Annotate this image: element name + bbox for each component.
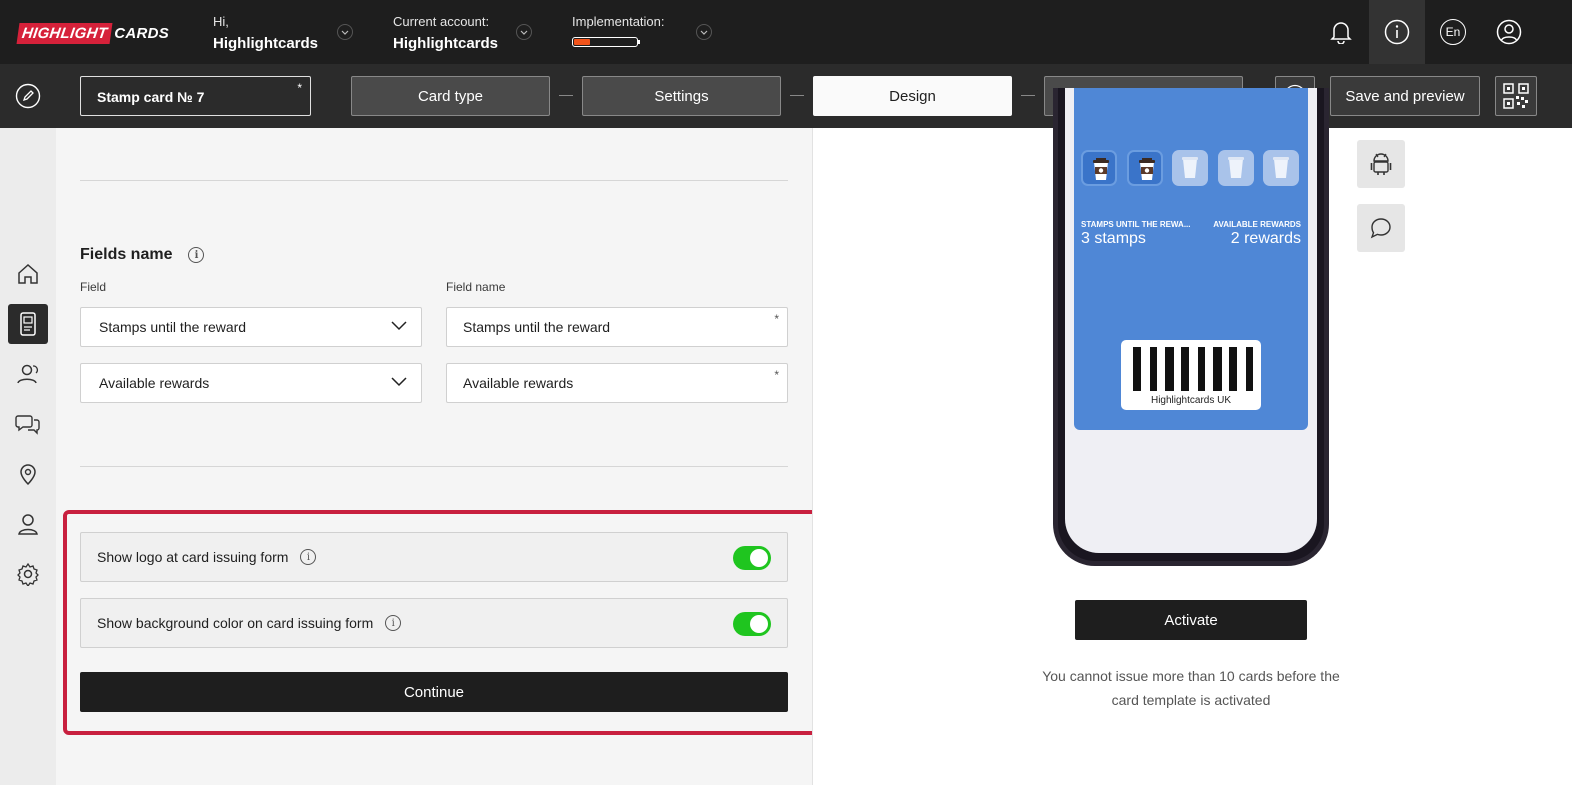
field-select-1[interactable]: Stamps until the reward <box>80 307 422 347</box>
toggle-row-show-logo: Show logo at card issuing form i <box>80 532 788 582</box>
logo[interactable]: HIGHLIGHT CARDS <box>16 22 170 44</box>
divider <box>80 180 788 181</box>
card-field-value-right: 2 rewards <box>1230 230 1301 247</box>
settings-icon[interactable] <box>8 554 48 594</box>
user-name: Highlightcards <box>213 35 319 52</box>
card-field-label-right: AVAILABLE REWARDS <box>1213 220 1301 229</box>
stamp-filled <box>1081 150 1117 186</box>
account-menu[interactable]: Current account: Highlightcards <box>393 14 498 52</box>
implementation-label: Implementation: <box>572 14 665 29</box>
field-column-label: Field <box>80 280 107 294</box>
required-mark: * <box>774 368 779 382</box>
coffee-cup-icon <box>1138 158 1155 180</box>
card-preview-panel: STAMPS UNTIL THE REWA... 3 stamps AVAILA… <box>812 88 1572 785</box>
card-field-value-left: 3 stamps <box>1081 230 1146 247</box>
implementation-status[interactable]: Implementation: <box>572 14 665 47</box>
account-name: Highlightcards <box>393 35 499 52</box>
field-name-column-label: Field name <box>446 280 506 294</box>
activation-notice: You cannot issue more than 10 cards befo… <box>1042 668 1340 708</box>
select-value: Stamps until the reward <box>99 319 247 335</box>
continue-button[interactable]: Continue <box>80 672 788 712</box>
step-design[interactable]: Design <box>813 76 1012 116</box>
stamp-empty <box>1172 150 1208 186</box>
empty-cup-icon <box>1273 157 1289 178</box>
chevron-down-icon <box>391 321 407 331</box>
empty-cup-icon <box>1227 157 1244 178</box>
chevron-down-icon[interactable] <box>337 24 353 40</box>
home-icon[interactable] <box>8 254 48 294</box>
select-value: Available rewards <box>99 375 210 391</box>
stamp-filled <box>1126 150 1163 186</box>
chat-icon <box>1370 218 1391 239</box>
step-card-type[interactable]: Card type <box>351 76 550 116</box>
implementation-progress <box>572 37 640 47</box>
barcode: Highlightcards UK <box>1121 340 1261 410</box>
card-field-label-left: STAMPS UNTIL THE REWA... <box>1081 220 1191 229</box>
logo-highlight: HIGHLIGHT <box>16 22 113 44</box>
field-name-input-1[interactable]: Stamps until the reward * <box>446 307 788 347</box>
cards-icon[interactable] <box>8 304 48 344</box>
input-value: Available rewards <box>463 375 574 391</box>
chevron-down-icon[interactable] <box>516 24 532 40</box>
field-name-input-2[interactable]: Available rewards * <box>446 363 788 403</box>
qr-code-icon <box>1503 83 1529 109</box>
barcode-image <box>1133 347 1253 391</box>
qr-code-button[interactable] <box>1495 76 1537 116</box>
stamp-empty <box>1263 150 1299 186</box>
card-preview: STAMPS UNTIL THE REWA... 3 stamps AVAILA… <box>1074 88 1308 430</box>
user-icon[interactable] <box>1481 0 1537 64</box>
android-icon <box>1370 153 1392 175</box>
greeting-label: Hi, <box>213 14 229 29</box>
top-bar: HIGHLIGHT CARDS Hi, Highlightcards Curre… <box>0 0 1572 64</box>
card-name-value: Stamp card № 7 <box>97 89 205 105</box>
clients-icon[interactable] <box>8 354 48 394</box>
editor-toolbar: Stamp card № 7 * Card type Settings Desi… <box>0 64 1572 128</box>
activate-button[interactable]: Activate <box>1075 600 1307 640</box>
fields-name-section-title: Fields name i <box>80 246 205 264</box>
user-menu[interactable]: Hi, Highlightcards <box>213 14 318 52</box>
toggle-label: Show logo at card issuing form <box>97 549 289 565</box>
show-logo-toggle[interactable] <box>733 546 771 570</box>
toggle-row-show-background: Show background color on card issuing fo… <box>80 598 788 648</box>
logo-cards: CARDS <box>114 24 170 42</box>
language-label: En <box>1440 19 1466 45</box>
step-settings[interactable]: Settings <box>582 76 781 116</box>
chevron-down-icon[interactable] <box>696 24 712 40</box>
left-nav <box>0 128 56 785</box>
coffee-cup-icon <box>1093 158 1109 180</box>
required-mark: * <box>774 312 779 326</box>
toggle-label: Show background color on card issuing fo… <box>97 615 374 631</box>
card-name-field[interactable]: Stamp card № 7 * <box>80 76 311 116</box>
location-icon[interactable] <box>8 454 48 494</box>
stamp-empty <box>1217 150 1254 186</box>
info-icon[interactable]: i <box>385 615 402 631</box>
chevron-down-icon <box>391 377 407 387</box>
empty-cup-icon <box>1182 157 1198 178</box>
divider <box>80 466 788 467</box>
progress-fill <box>574 39 590 45</box>
profile-icon[interactable] <box>8 504 48 544</box>
info-icon[interactable]: i <box>188 247 205 263</box>
input-value: Stamps until the reward <box>463 319 611 335</box>
account-label: Current account: <box>393 14 490 29</box>
android-preview-button[interactable] <box>1357 140 1405 188</box>
info-icon[interactable] <box>1369 0 1425 64</box>
language-switch[interactable]: En <box>1425 0 1481 64</box>
design-form: Fields name i Field Field name Stamps un… <box>56 128 821 785</box>
required-mark: * <box>297 81 302 95</box>
chat-preview-button[interactable] <box>1357 204 1405 252</box>
info-icon[interactable]: i <box>300 549 317 565</box>
edit-icon[interactable] <box>14 82 42 110</box>
section-title-text: Fields name <box>80 246 173 263</box>
show-background-toggle[interactable] <box>733 612 771 636</box>
phone-mockup: STAMPS UNTIL THE REWA... 3 stamps AVAILA… <box>1053 88 1329 566</box>
save-and-preview-button[interactable]: Save and preview <box>1330 76 1480 116</box>
messages-icon[interactable] <box>8 404 48 444</box>
barcode-text: Highlightcards UK <box>1150 395 1232 406</box>
field-select-2[interactable]: Available rewards <box>80 363 422 403</box>
bell-icon[interactable] <box>1313 0 1369 64</box>
